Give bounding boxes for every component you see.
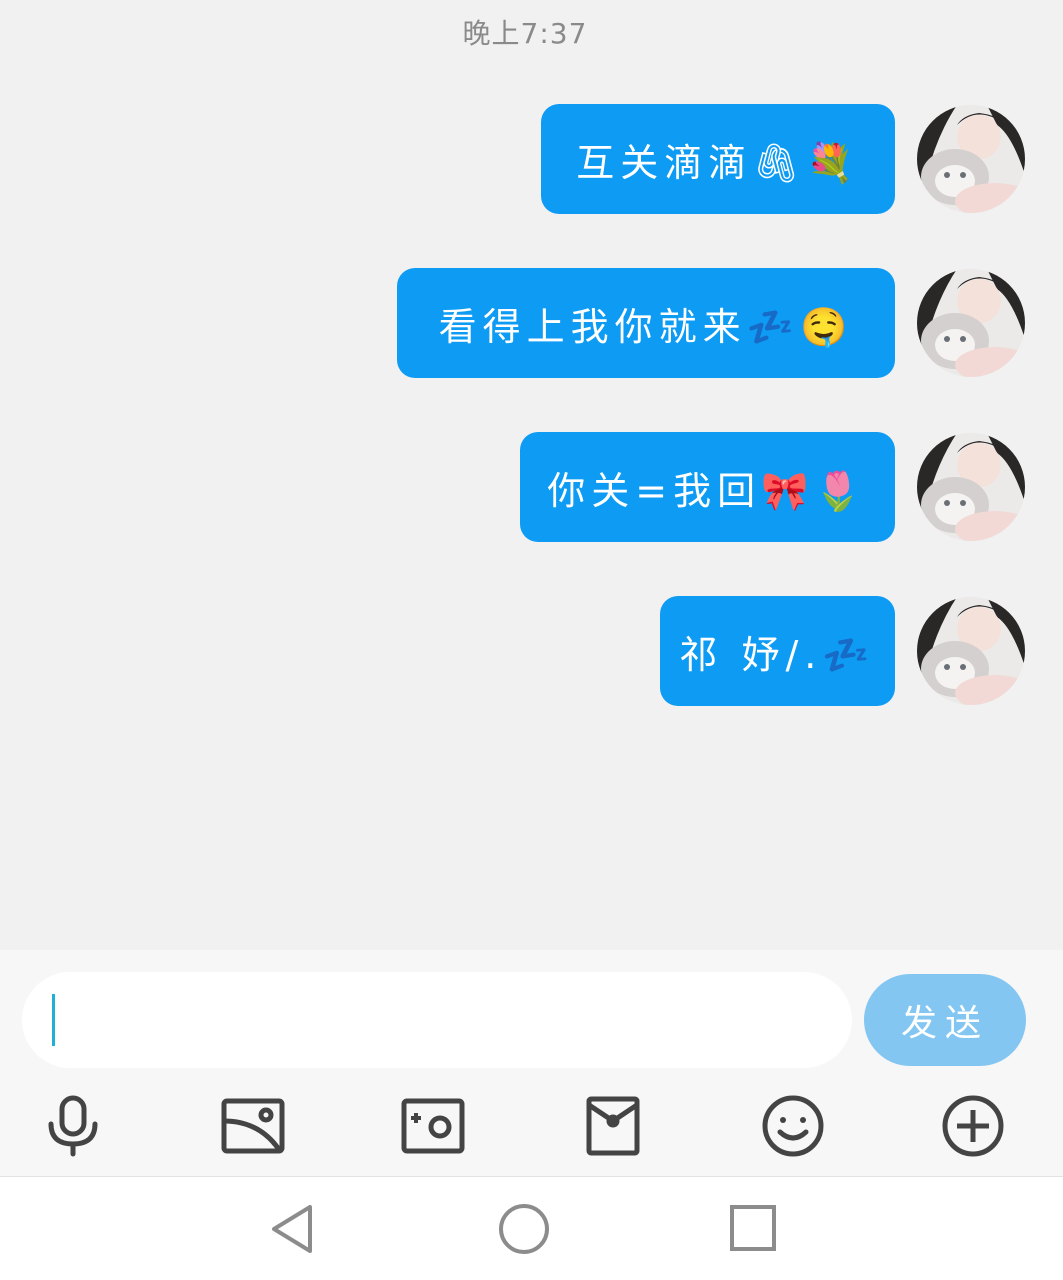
message-bubble[interactable]: 看得上我你就来💤🤤 <box>397 268 895 378</box>
message-input[interactable] <box>22 972 852 1068</box>
message-bubble[interactable]: 你关=我回🎀🌷 <box>520 432 895 542</box>
home-icon[interactable] <box>496 1201 552 1257</box>
image-icon[interactable] <box>217 1090 289 1162</box>
red-packet-icon[interactable] <box>577 1090 649 1162</box>
message-row: 看得上我你就来💤🤤 <box>397 268 1025 378</box>
system-navigation-bar <box>0 1176 1063 1280</box>
text-caret <box>52 994 55 1046</box>
recents-icon[interactable] <box>726 1201 782 1257</box>
message-bubble[interactable]: 互关滴滴🖇💐 <box>541 104 895 214</box>
avatar[interactable] <box>917 269 1025 377</box>
message-row: 你关=我回🎀🌷 <box>520 432 1025 542</box>
message-row: 祁 妤/.💤 <box>660 596 1025 706</box>
avatar[interactable] <box>917 105 1025 213</box>
message-bubble[interactable]: 祁 妤/.💤 <box>660 596 895 706</box>
message-composer: 发送 <box>0 950 1063 1176</box>
camera-icon[interactable] <box>397 1090 469 1162</box>
avatar[interactable] <box>917 433 1025 541</box>
message-row: 互关滴滴🖇💐 <box>541 104 1025 214</box>
message-timestamp: 晚上7:37 <box>462 17 588 50</box>
chat-screen: 晚上7:37 互关滴滴🖇💐 看得上我你就来💤🤤 你关=我回🎀🌷 祁 妤/.💤 发… <box>0 0 1063 1280</box>
avatar[interactable] <box>917 597 1025 705</box>
microphone-icon[interactable] <box>37 1090 109 1162</box>
back-icon[interactable] <box>266 1201 322 1257</box>
emoji-icon[interactable] <box>757 1090 829 1162</box>
send-button[interactable]: 发送 <box>864 974 1026 1066</box>
plus-icon[interactable] <box>937 1090 1009 1162</box>
